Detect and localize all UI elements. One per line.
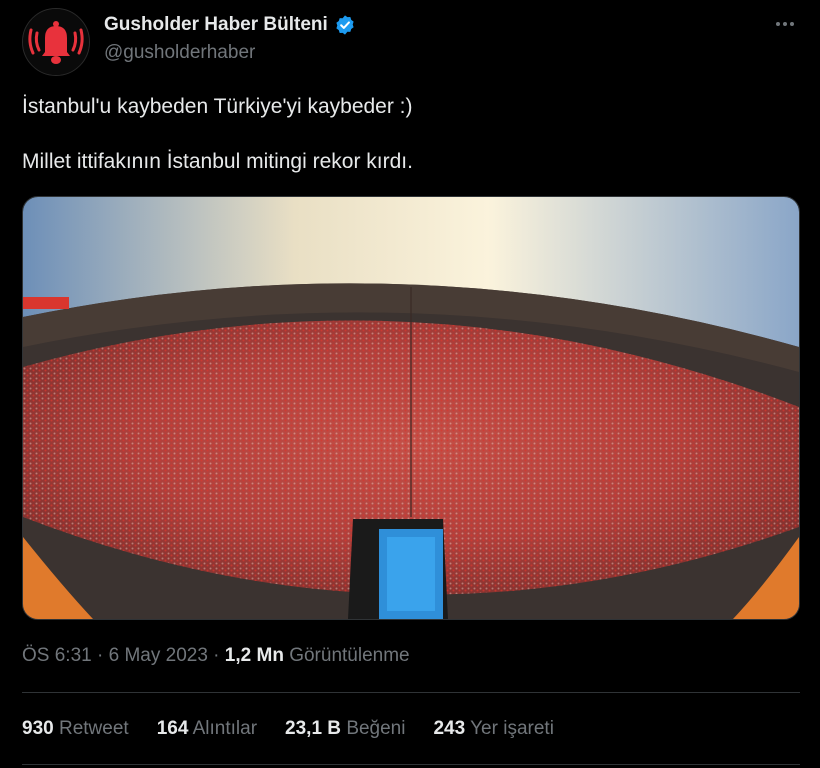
likes-count: 23,1 B — [285, 718, 342, 739]
tweet-text-line-2: Millet ittifakının İstanbul mitingi reko… — [22, 150, 413, 173]
retweets-stat[interactable]: 930 Retweet — [22, 718, 129, 740]
tweet-media-photo[interactable] — [22, 196, 800, 620]
author-display-name[interactable]: Gusholder Haber Bülteni — [104, 14, 328, 36]
divider — [22, 692, 800, 693]
retweets-label: Retweet — [58, 718, 129, 739]
bookmarks-stat[interactable]: 243 Yer işareti — [433, 718, 553, 740]
likes-stat[interactable]: 23,1 B Beğeni — [285, 718, 405, 740]
more-options-icon[interactable] — [774, 16, 796, 32]
retweets-count: 930 — [22, 718, 54, 739]
bookmarks-count: 243 — [433, 718, 466, 739]
tweet: Gusholder Haber Bülteni @gusholderhaber … — [0, 0, 820, 768]
crowd-photo — [23, 197, 799, 619]
quotes-stat[interactable]: 164 Alıntılar — [157, 718, 257, 740]
quotes-label: Alıntılar — [192, 718, 258, 739]
author-name-row[interactable]: Gusholder Haber Bülteni — [104, 14, 356, 36]
engagement-stats: 930 Retweet 164 Alıntılar 23,1 B Beğeni … — [22, 718, 554, 740]
divider — [22, 764, 800, 765]
views-label: Görüntülenme — [289, 645, 410, 666]
tweet-date[interactable]: 6 May 2023 — [109, 645, 208, 666]
meta-separator: · — [207, 645, 225, 666]
avatar[interactable] — [22, 8, 90, 76]
views-count: 1,2 Mn — [224, 645, 284, 666]
likes-label: Beğeni — [346, 718, 406, 739]
tweet-text-line-1: İstanbul'u kaybeden Türkiye'yi kaybeder … — [22, 95, 413, 118]
quotes-count: 164 — [156, 718, 189, 739]
meta-separator: · — [91, 645, 109, 666]
verified-badge-icon — [336, 15, 354, 35]
tweet-meta: ÖS 6:31 · 6 May 2023 · 1,2 Mn Görüntülen… — [22, 645, 410, 667]
author-handle[interactable]: @gusholderhaber — [104, 42, 255, 64]
tweet-time[interactable]: ÖS 6:31 — [22, 645, 92, 666]
bookmarks-label: Yer işareti — [470, 718, 554, 739]
bell-icon — [23, 9, 89, 75]
